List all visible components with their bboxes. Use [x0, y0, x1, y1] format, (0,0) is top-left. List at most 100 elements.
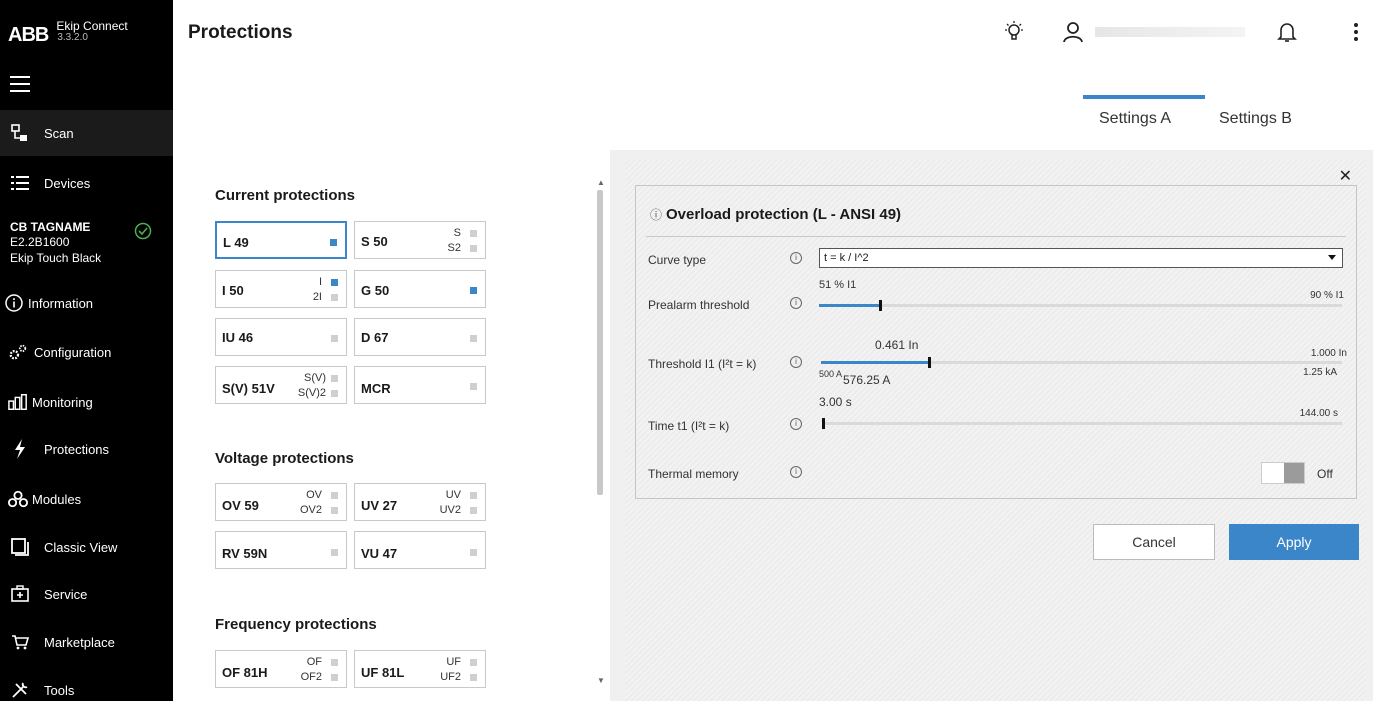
thermal-memory-label: Thermal memory [648, 467, 739, 481]
protection-i50[interactable]: I 50 I 2I [215, 270, 347, 308]
device-unit: Ekip Touch Black [10, 251, 102, 265]
protection-rv59n[interactable]: RV 59N [215, 531, 347, 569]
sidebar-item-protections[interactable]: Protections [0, 426, 173, 472]
overload-card: ⓘ Overload protection (L - ANSI 49) Curve… [635, 185, 1357, 499]
bell-icon[interactable] [1276, 20, 1298, 49]
info-icon[interactable]: i [790, 418, 802, 430]
protection-label: OV 59 [222, 498, 259, 513]
slider-handle[interactable] [879, 300, 883, 311]
protection-l49[interactable]: L 49 [215, 221, 347, 259]
card-title-text: Overload protection (L - ANSI 49) [666, 206, 902, 223]
app-name: Ekip Connect [56, 19, 128, 33]
close-icon[interactable]: ✕ [1339, 166, 1352, 186]
protection-label: G 50 [361, 283, 390, 298]
sub-label: OV2 [299, 504, 322, 516]
threshold-label: Threshold I1 (I²t = k) [648, 357, 757, 371]
gears-icon [8, 342, 28, 362]
brand: ABB Ekip Connect 3.3.2.0 [8, 20, 128, 48]
status-indicator [470, 287, 477, 294]
scroll-down-arrow-icon[interactable]: ▼ [597, 676, 605, 685]
header: Protections Settings A Settings B [173, 0, 1373, 150]
prealarm-label: Prealarm threshold [648, 298, 750, 312]
protection-label: OF 81H [222, 665, 268, 680]
prealarm-value: 51 % I1 [819, 279, 857, 291]
info-icon[interactable]: i [790, 466, 802, 478]
scroll-up-arrow-icon[interactable]: ▲ [597, 178, 605, 187]
sub-label: S(V) [304, 372, 326, 384]
threshold-min-amps: 500 A [819, 369, 843, 379]
protection-sv51v[interactable]: S(V) 51V S(V) S(V)2 [215, 366, 347, 404]
status-indicator [331, 294, 338, 301]
tab-settings-a[interactable]: Settings A [1082, 95, 1206, 135]
more-vertical-icon[interactable] [1351, 20, 1361, 49]
sidebar-item-label: Configuration [34, 344, 112, 360]
card-title: ⓘ Overload protection (L - ANSI 49) [650, 206, 901, 223]
protection-ov59[interactable]: OV 59 OV OV2 [215, 483, 347, 521]
status-indicator [330, 239, 337, 246]
protection-mcr[interactable]: MCR [354, 366, 486, 404]
status-indicator [331, 507, 338, 514]
protection-label: S 50 [361, 234, 388, 249]
sidebar-item-information[interactable]: Information [0, 280, 173, 326]
prealarm-slider[interactable] [819, 300, 1342, 311]
protection-uv27[interactable]: UV 27 UV UV2 [354, 483, 486, 521]
protection-s50[interactable]: S 50 S S2 [354, 221, 486, 259]
protection-vu47[interactable]: VU 47 [354, 531, 486, 569]
slider-fill [821, 361, 929, 364]
prealarm-max: 90 % I1 [1310, 290, 1344, 301]
sidebar-item-service[interactable]: Service [0, 571, 173, 617]
thermal-memory-toggle[interactable] [1261, 462, 1305, 484]
cancel-button[interactable]: Cancel [1093, 524, 1215, 560]
slider-handle[interactable] [928, 357, 932, 368]
threshold-max: 1.000 In [1310, 348, 1347, 359]
sub-label: OV [306, 489, 322, 501]
abb-logo: ABB [8, 24, 49, 46]
info-icon[interactable]: i [790, 297, 802, 309]
thermal-memory-state: Off [1317, 467, 1333, 481]
sub-label: UF2 [440, 671, 461, 683]
protection-iu46[interactable]: IU 46 [215, 318, 347, 356]
hamburger-menu-icon[interactable] [10, 76, 30, 92]
sidebar-item-tools[interactable]: Tools [0, 667, 173, 713]
protection-of81h[interactable]: OF 81H OF OF2 [215, 650, 347, 688]
sidebar-item-scan[interactable]: Scan [0, 110, 173, 156]
scrollbar[interactable] [597, 190, 603, 495]
modules-icon [8, 489, 28, 509]
info-icon[interactable]: i [790, 252, 802, 264]
status-indicator [331, 492, 338, 499]
info-icon[interactable]: i [790, 356, 802, 368]
time-slider[interactable] [822, 418, 1342, 429]
section-frequency-title: Frequency protections [215, 616, 377, 633]
sidebar-item-configuration[interactable]: Configuration [0, 329, 173, 375]
sub-label: OF2 [300, 671, 322, 683]
status-indicator [470, 383, 477, 390]
sidebar-item-modules[interactable]: Modules [0, 476, 173, 522]
time-value: 3.00 s [819, 395, 852, 409]
protection-d67[interactable]: D 67 [354, 318, 486, 356]
sidebar-item-marketplace[interactable]: Marketplace [0, 619, 173, 665]
apply-button[interactable]: Apply [1229, 524, 1359, 560]
status-indicator [470, 230, 477, 237]
sidebar-item-monitoring[interactable]: Monitoring [0, 379, 173, 425]
sidebar-item-devices[interactable]: Devices [0, 160, 173, 206]
protection-uf81l[interactable]: UF 81L UF UF2 [354, 650, 486, 688]
protection-label: UF 81L [361, 665, 405, 680]
threshold-slider[interactable] [821, 357, 1342, 368]
bar-chart-icon [8, 392, 28, 412]
status-indicator [470, 659, 477, 666]
protection-g50[interactable]: G 50 [354, 270, 486, 308]
tab-settings-b[interactable]: Settings B [1219, 95, 1292, 135]
toggle-thumb [1284, 463, 1304, 483]
user-icon[interactable] [1061, 20, 1085, 49]
device-card[interactable]: CB TAGNAME E2.2B1600 Ekip Touch Black [10, 220, 160, 266]
sub-label: OF [306, 656, 322, 668]
threshold-amps: 576.25 A [843, 373, 891, 387]
slider-handle[interactable] [822, 418, 825, 429]
sidebar-item-classic-view[interactable]: Classic View [0, 524, 173, 570]
lightbulb-icon[interactable] [1002, 20, 1026, 49]
curve-type-select[interactable]: t = k / I^2 [819, 248, 1343, 268]
protection-label: VU 47 [361, 546, 398, 561]
protections-list: Current protections L 49 S 50 S S2 I 50 … [173, 150, 610, 701]
sidebar: ABB Ekip Connect 3.3.2.0 Scan Devices CB… [0, 0, 173, 701]
protection-label: S(V) 51V [222, 381, 275, 396]
